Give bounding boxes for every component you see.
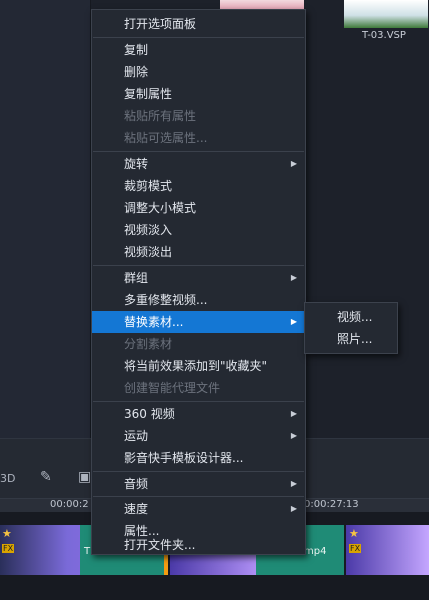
menu-item-motion[interactable]: 运动 ▶ — [92, 425, 305, 447]
submenu-item-photo[interactable]: 照片... — [305, 328, 397, 350]
menu-separator — [93, 401, 304, 402]
star-icon: ★ — [349, 527, 359, 540]
clip-label: mp4 — [304, 546, 327, 557]
ruler-timecode: 0:00:27:13 — [304, 499, 359, 510]
menu-item-label: 旋转 — [124, 157, 149, 171]
menu-item-360-video[interactable]: 360 视频 ▶ — [92, 403, 305, 425]
menu-separator — [93, 151, 304, 152]
menu-item-open-options-panel[interactable]: 打开选项面板 — [92, 13, 305, 35]
menu-item-label: 速度 — [124, 502, 149, 516]
menu-separator — [93, 37, 304, 38]
thumbnail-label: T-03.VSP — [362, 30, 406, 41]
submenu-arrow-icon: ▶ — [290, 317, 297, 326]
submenu-arrow-icon: ▶ — [290, 504, 297, 513]
menu-item-paste-all-attributes: 粘贴所有属性 — [124, 109, 197, 123]
menu-separator — [93, 496, 304, 497]
menu-item-crop-mode[interactable]: 裁剪模式 — [92, 175, 305, 197]
menu-item-label: 360 视频 — [124, 407, 175, 421]
menu-item-split-clip: 分割素材 — [124, 337, 173, 351]
submenu-arrow-icon: ▶ — [290, 479, 297, 488]
menu-item-replace-clip[interactable]: 替换素材... ▶ — [92, 311, 305, 333]
menu-item-paste-selective-attributes: 粘贴可选属性... — [124, 131, 208, 145]
submenu-arrow-icon: ▶ — [290, 273, 297, 282]
fx-icon: FX — [2, 544, 15, 553]
menu-item-label: 替换素材... — [124, 315, 184, 329]
menu-item-delete[interactable]: 删除 — [92, 61, 305, 83]
menu-item-add-effect-to-favorites[interactable]: 将当前效果添加到"收藏夹" — [92, 355, 305, 377]
menu-separator — [93, 471, 304, 472]
menu-item-resize-mode[interactable]: 调整大小模式 — [92, 197, 305, 219]
preview-panel — [0, 0, 91, 438]
menu-item-speed[interactable]: 速度 ▶ — [92, 498, 305, 520]
menu-item-rotate[interactable]: 旋转 ▶ — [92, 153, 305, 175]
submenu-arrow-icon: ▶ — [290, 159, 297, 168]
menu-item-multi-trim-video[interactable]: 多重修整视频... — [92, 289, 305, 311]
star-icon: ★ — [2, 527, 12, 540]
menu-item-audio[interactable]: 音频 ▶ — [92, 473, 305, 495]
ruler-timecode: 00:00:2 — [50, 499, 89, 510]
menu-item-label: 打开文件夹... — [124, 538, 196, 552]
menu-item-label: 运动 — [124, 429, 149, 443]
context-menu: 打开选项面板 复制 删除 复制属性 粘贴所有属性 粘贴可选属性... 旋转 ▶ … — [91, 9, 306, 555]
menu-item-copy-attributes[interactable]: 复制属性 — [92, 83, 305, 105]
clip-label: T — [84, 546, 91, 557]
submenu-arrow-icon: ▶ — [290, 409, 297, 418]
edit-icon[interactable]: ✎ — [40, 469, 52, 485]
menu-separator — [93, 265, 304, 266]
menu-item-video-fade-out[interactable]: 视频淡出 — [92, 241, 305, 263]
submenu-item-video[interactable]: 视频... — [305, 306, 397, 328]
menu-item-create-smart-proxy: 创建智能代理文件 — [124, 381, 221, 395]
clip-icon[interactable]: ▣ — [78, 469, 91, 485]
menu-item-template-designer[interactable]: 影音快手模板设计器... — [92, 447, 305, 469]
library-thumbnail[interactable] — [344, 0, 428, 28]
3d-icon[interactable]: 3D — [0, 472, 15, 485]
menu-item-video-fade-in[interactable]: 视频淡入 — [92, 219, 305, 241]
menu-item-group[interactable]: 群组 ▶ — [92, 267, 305, 289]
replace-clip-submenu: 视频... 照片... — [304, 302, 398, 354]
menu-item-label: 群组 — [124, 271, 149, 285]
fx-icon: FX — [349, 544, 362, 553]
menu-item-open-folder[interactable]: 打开文件夹... — [92, 539, 305, 552]
menu-item-label: 音频 — [124, 477, 149, 491]
menu-item-copy[interactable]: 复制 — [92, 39, 305, 61]
submenu-arrow-icon: ▶ — [290, 431, 297, 440]
